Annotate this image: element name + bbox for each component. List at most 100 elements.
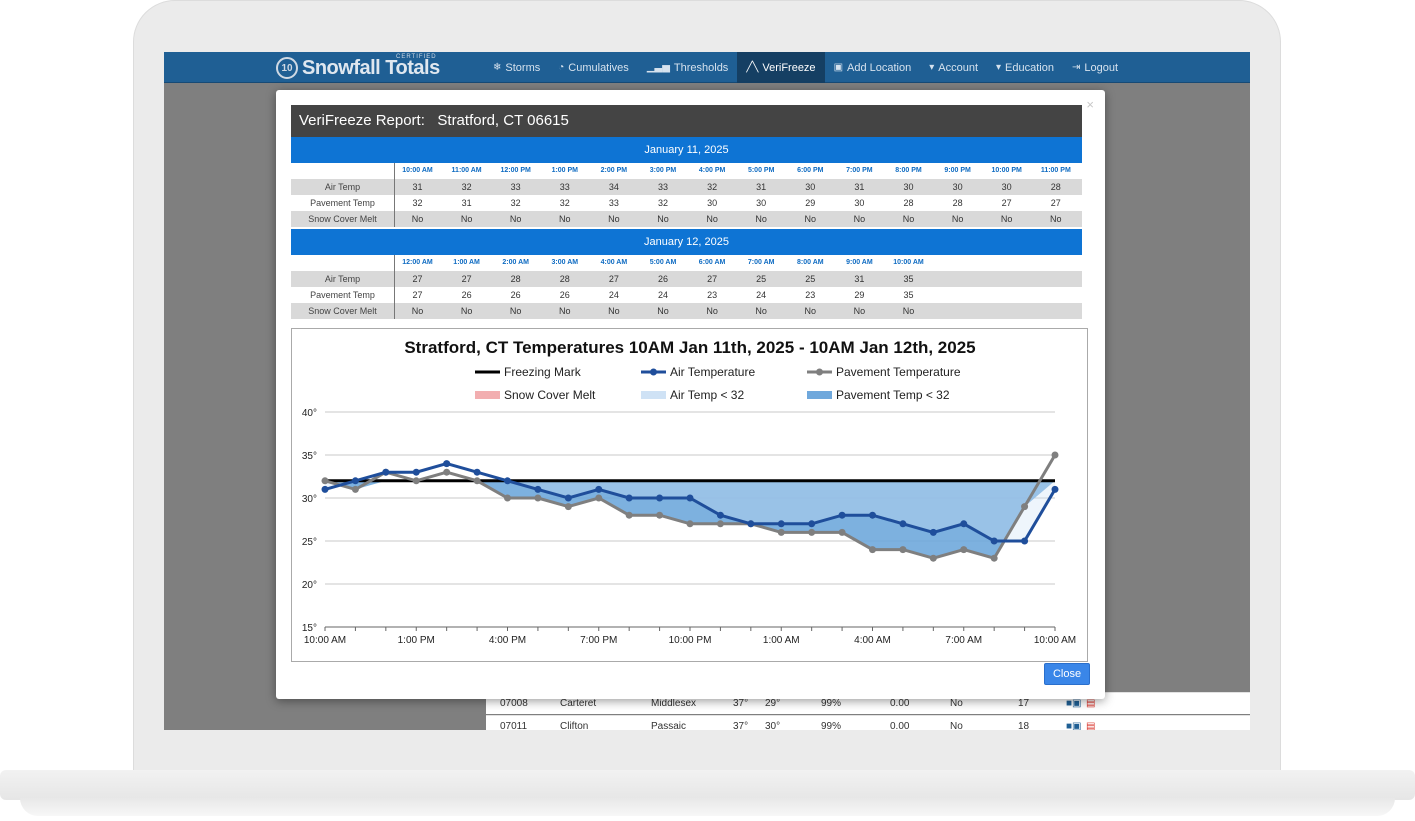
cell-value: 30	[903, 182, 914, 192]
cell-value: 31	[461, 198, 472, 208]
cell-t2: 29°	[765, 698, 781, 709]
cell-value: 32	[559, 198, 570, 208]
air-temperature-point	[929, 528, 937, 536]
cell-t2: 30°	[765, 721, 781, 730]
cell-value: No	[460, 306, 473, 316]
pavement-temperature-point	[869, 546, 876, 554]
nav-label: Education	[1005, 61, 1054, 74]
x-tick-label: 10:00 AM	[1034, 635, 1076, 646]
cell-value: No	[853, 306, 866, 316]
cell-value: 27	[707, 274, 718, 284]
cell-value: 26	[461, 290, 472, 300]
hour-header: 10:00 PM	[991, 167, 1022, 174]
hour-header: 7:00 PM	[846, 167, 873, 174]
nav-label: Logout	[1084, 61, 1119, 74]
air-temperature-point	[351, 477, 359, 485]
row-pavement: Pavement Temp 32 31 32 32 33 32 30 30 29 30 28 28 27 2…	[291, 195, 1082, 211]
nav-logout[interactable]: ⇥ Logout	[1063, 52, 1127, 83]
cell-value: 25	[756, 274, 767, 284]
x-tick-label: 7:00 AM	[945, 635, 982, 646]
column-divider	[394, 163, 395, 227]
cell-value: No	[411, 306, 424, 316]
row-actions-icon[interactable]: ■▣	[1066, 698, 1082, 709]
x-tick-label: 1:00 PM	[398, 635, 435, 646]
legend-marker	[816, 368, 823, 376]
nav-verifreeze[interactable]: ╱╲ VeriFreeze	[737, 52, 825, 83]
cell-value: 28	[559, 274, 570, 284]
hour-header: 6:00 PM	[797, 167, 824, 174]
cell-value: 32	[461, 182, 472, 192]
nav-storms[interactable]: ❄ Storms	[484, 52, 549, 83]
cell-value: 27	[608, 274, 619, 284]
cell-value: 35	[903, 274, 914, 284]
cell-value: No	[902, 214, 915, 224]
air-temperature-point	[899, 520, 907, 528]
air-temperature-point	[1051, 485, 1059, 493]
pavement-temperature-point	[716, 520, 724, 528]
cell-value: 28	[903, 198, 914, 208]
pdf-icon[interactable]: ▤	[1086, 698, 1095, 709]
x-tick-label: 10:00 PM	[669, 635, 712, 646]
nav-label: Add Location	[847, 61, 912, 74]
cell-value: No	[608, 214, 620, 224]
x-tick-label: 4:00 AM	[854, 635, 891, 646]
nav-education[interactable]: ▾ Education	[987, 52, 1063, 83]
legend-marker	[650, 368, 657, 376]
cell-value: 31	[756, 182, 767, 192]
nav-add-location[interactable]: ▣ Add Location	[825, 52, 921, 83]
pie-chart-icon: ◔	[558, 62, 565, 73]
row-melt: Snow Cover Melt No No No No No No No No No No No No N…	[291, 211, 1082, 227]
nav-menu: ❄ Storms ◔ Cumulatives ▁▃▅ Thresholds ╱╲ VeriFr…	[484, 52, 1127, 83]
nav-cumulatives[interactable]: ◔ Cumulatives	[549, 52, 638, 83]
cell-value: 33	[657, 182, 668, 192]
cell-value: 33	[608, 198, 619, 208]
nav-label: VeriFreeze	[762, 61, 816, 74]
cell-value: No	[559, 214, 571, 224]
cell-value: 29	[854, 290, 865, 300]
y-tick-label: 20°	[302, 580, 317, 591]
cell-melt: No	[950, 721, 963, 730]
pavement-temperature-point	[443, 468, 451, 476]
legend-swatch	[807, 391, 832, 399]
hours-row: 10:00 AM 11:00 AM 12:00 PM 1:00 PM 2:00 PM 3:…	[291, 163, 1082, 179]
cell-value: 32	[657, 198, 668, 208]
table-row[interactable]: 07011 Clifton Passaic 37° 30° 99% 0.00 No 18 ■▣ ▤	[486, 715, 1250, 730]
cell-value: 30	[952, 182, 963, 192]
hour-header: 3:00 AM	[551, 259, 579, 266]
cell-value: 28	[1050, 182, 1061, 192]
hour-header: 11:00 PM	[1040, 167, 1071, 174]
cell-pct: 99%	[821, 698, 842, 709]
pdf-icon[interactable]: ▤	[1086, 721, 1095, 730]
hour-header: 8:00 PM	[895, 167, 922, 174]
air-temperature-point	[321, 485, 329, 493]
y-tick-label: 15°	[302, 623, 317, 634]
cell-count: 18	[1018, 721, 1030, 730]
cell-value: 24	[657, 290, 668, 300]
cell-value: 31	[854, 182, 865, 192]
pavement-temperature-point	[473, 477, 481, 485]
cell-value: 27	[412, 290, 423, 300]
logo[interactable]: 10 Snowfall Totals CERTIFIED	[276, 54, 440, 81]
caret-down-icon: ▾	[996, 62, 1002, 73]
pavement-temperature-point	[595, 494, 603, 502]
cell-city: Carteret	[560, 698, 597, 709]
hour-header: 11:00 AM	[451, 167, 482, 174]
pavement-temperature-point	[838, 528, 846, 536]
cell-value: 28	[510, 274, 521, 284]
cell-pct: 99%	[821, 721, 842, 730]
cell-value: No	[706, 214, 718, 224]
cell-value: No	[509, 214, 522, 224]
nav-thresholds[interactable]: ▁▃▅ Thresholds	[638, 52, 738, 83]
hour-header: 4:00 AM	[600, 259, 628, 266]
row-melt: Snow Cover Melt No No No No No No No No No No No	[291, 303, 1082, 319]
row-label: Pavement Temp	[310, 198, 375, 208]
cell-amt: 0.00	[890, 721, 910, 730]
cell-value: 30	[854, 198, 865, 208]
row-actions-icon[interactable]: ■▣	[1066, 721, 1082, 730]
close-icon[interactable]: ×	[1086, 97, 1094, 112]
nav-account[interactable]: ▾ Account	[920, 52, 987, 83]
x-tick-label: 4:00 PM	[489, 635, 526, 646]
close-button[interactable]: Close	[1044, 663, 1090, 685]
cell-value: 30	[805, 182, 816, 192]
verifreeze-modal: × VeriFreeze Report: Stratford, CT 06615…	[276, 90, 1105, 699]
